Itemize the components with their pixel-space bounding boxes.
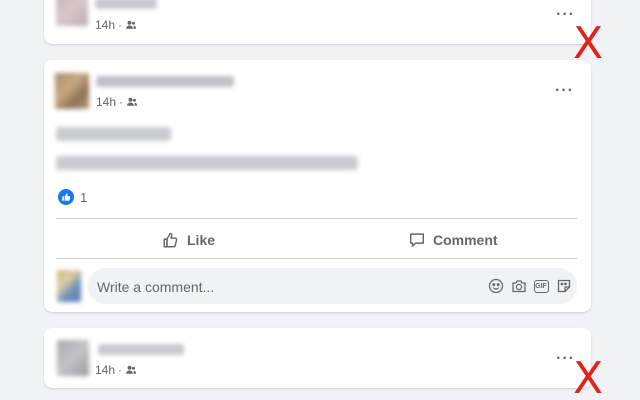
- friends-icon: [126, 20, 137, 29]
- comment-button[interactable]: Comment: [408, 226, 498, 254]
- comment-label: Comment: [433, 232, 498, 248]
- avatar[interactable]: [56, 0, 88, 26]
- author-name[interactable]: [96, 76, 234, 87]
- current-user-avatar[interactable]: [57, 270, 81, 302]
- post-meta: 14h ·: [96, 95, 138, 109]
- friends-icon: [127, 97, 138, 106]
- reaction-summary[interactable]: 1: [58, 189, 87, 205]
- post-meta: 14h ·: [95, 363, 137, 377]
- annotation-x-mark: X: [573, 353, 604, 400]
- post-body-line: [56, 156, 358, 170]
- comment-placeholder: Write a comment...: [97, 279, 215, 295]
- like-label: Like: [187, 232, 216, 248]
- emoji-icon[interactable]: [488, 278, 504, 294]
- speech-bubble-icon: [409, 233, 425, 247]
- post-meta: 14h ·: [95, 18, 137, 32]
- reaction-count: 1: [80, 189, 88, 205]
- gif-icon[interactable]: GIF: [533, 278, 549, 294]
- author-name[interactable]: [98, 344, 184, 355]
- more-options-icon[interactable]: ···: [555, 83, 574, 99]
- divider: [56, 258, 577, 259]
- friends-icon: [126, 365, 137, 374]
- divider: [56, 218, 577, 219]
- post-card: 14h · ···: [44, 0, 591, 44]
- post-timestamp[interactable]: 14h: [95, 18, 115, 32]
- author-avatar[interactable]: [55, 73, 89, 109]
- like-button[interactable]: Like: [162, 226, 215, 254]
- author-name[interactable]: [95, 0, 157, 9]
- avatar[interactable]: [57, 340, 89, 376]
- camera-icon[interactable]: [511, 278, 527, 294]
- post-timestamp[interactable]: 14h: [96, 95, 116, 109]
- gif-label: GIF: [533, 279, 549, 293]
- sticker-icon[interactable]: [556, 278, 572, 294]
- like-reaction-icon: [58, 189, 74, 205]
- post-card: 14h · ···: [44, 328, 591, 388]
- post-body-line: [56, 127, 171, 141]
- thumbs-up-icon: [163, 232, 178, 248]
- post-timestamp[interactable]: 14h: [95, 363, 115, 377]
